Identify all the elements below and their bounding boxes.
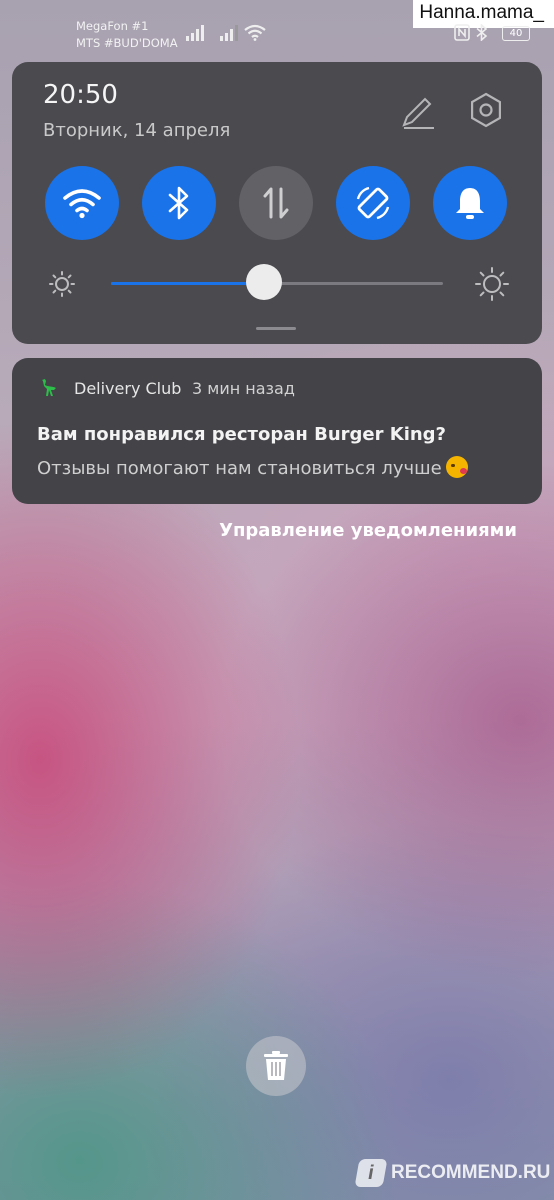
notification-title: Вам понравился ресторан Burger King? bbox=[37, 424, 446, 445]
toggle-sound[interactable] bbox=[433, 166, 507, 240]
brightness-slider-fill bbox=[111, 282, 264, 285]
edit-button[interactable] bbox=[398, 92, 438, 132]
pencil-icon bbox=[402, 97, 434, 129]
brightness-slider-thumb[interactable] bbox=[245, 264, 282, 300]
gear-icon bbox=[471, 92, 501, 128]
trash-icon bbox=[264, 1051, 288, 1080]
bluetooth-icon bbox=[168, 186, 189, 220]
settings-button[interactable] bbox=[466, 90, 506, 130]
panel-drag-handle[interactable] bbox=[256, 327, 296, 330]
toggle-mobile-data[interactable] bbox=[239, 166, 313, 240]
battery-icon: 40 bbox=[502, 26, 530, 41]
battery-level: 40 bbox=[509, 28, 523, 39]
kiss-emoji-icon bbox=[445, 456, 468, 478]
data-arrows-icon bbox=[263, 187, 289, 219]
ostrich-icon bbox=[42, 379, 56, 396]
status-bar: MegaFon #1 MTS #BUD'DOMA Hanna.mama_ 40 bbox=[0, 0, 554, 60]
notification-body: Отзывы помогают нам становиться лучше bbox=[37, 458, 442, 479]
rotate-icon bbox=[356, 186, 390, 220]
clock-time: 20:50 bbox=[43, 80, 118, 110]
bluetooth-icon bbox=[476, 24, 488, 41]
wifi-icon bbox=[244, 24, 266, 41]
signal-icon bbox=[186, 25, 204, 41]
notification-time: 3 мин назад bbox=[192, 379, 295, 398]
brightness-high-icon bbox=[475, 267, 509, 301]
manage-notifications-link[interactable]: Управление уведомлениями bbox=[219, 520, 517, 541]
recommend-text: RECOMMEND.RU bbox=[391, 1162, 551, 1183]
toggle-bluetooth[interactable] bbox=[142, 166, 216, 240]
carrier-1: MegaFon #1 bbox=[76, 19, 149, 33]
toggle-wifi[interactable] bbox=[45, 166, 119, 240]
carrier-2: MTS #BUD'DOMA bbox=[76, 36, 178, 50]
clear-notifications-button[interactable] bbox=[246, 1036, 306, 1096]
notification-body-row: Отзывы помогают нам становиться лучше bbox=[37, 456, 468, 479]
clock-date: Вторник, 14 апреля bbox=[43, 120, 231, 141]
brightness-low-icon bbox=[49, 271, 75, 297]
wifi-icon bbox=[63, 189, 101, 219]
nfc-icon bbox=[454, 24, 470, 41]
notification-app-name: Delivery Club bbox=[74, 379, 182, 398]
notification-card[interactable]: Delivery Club 3 мин назад Вам понравился… bbox=[12, 358, 542, 504]
quick-settings-panel: 20:50 Вторник, 14 апреля bbox=[12, 62, 542, 344]
carrier-names: MegaFon #1 MTS #BUD'DOMA bbox=[76, 18, 178, 52]
toggle-auto-rotate[interactable] bbox=[336, 166, 410, 240]
watermark-recommend: i RECOMMEND.RU bbox=[354, 1157, 551, 1189]
bell-icon bbox=[456, 188, 484, 219]
recommend-logo-icon: i bbox=[354, 1159, 388, 1187]
signal-icon bbox=[220, 25, 238, 41]
